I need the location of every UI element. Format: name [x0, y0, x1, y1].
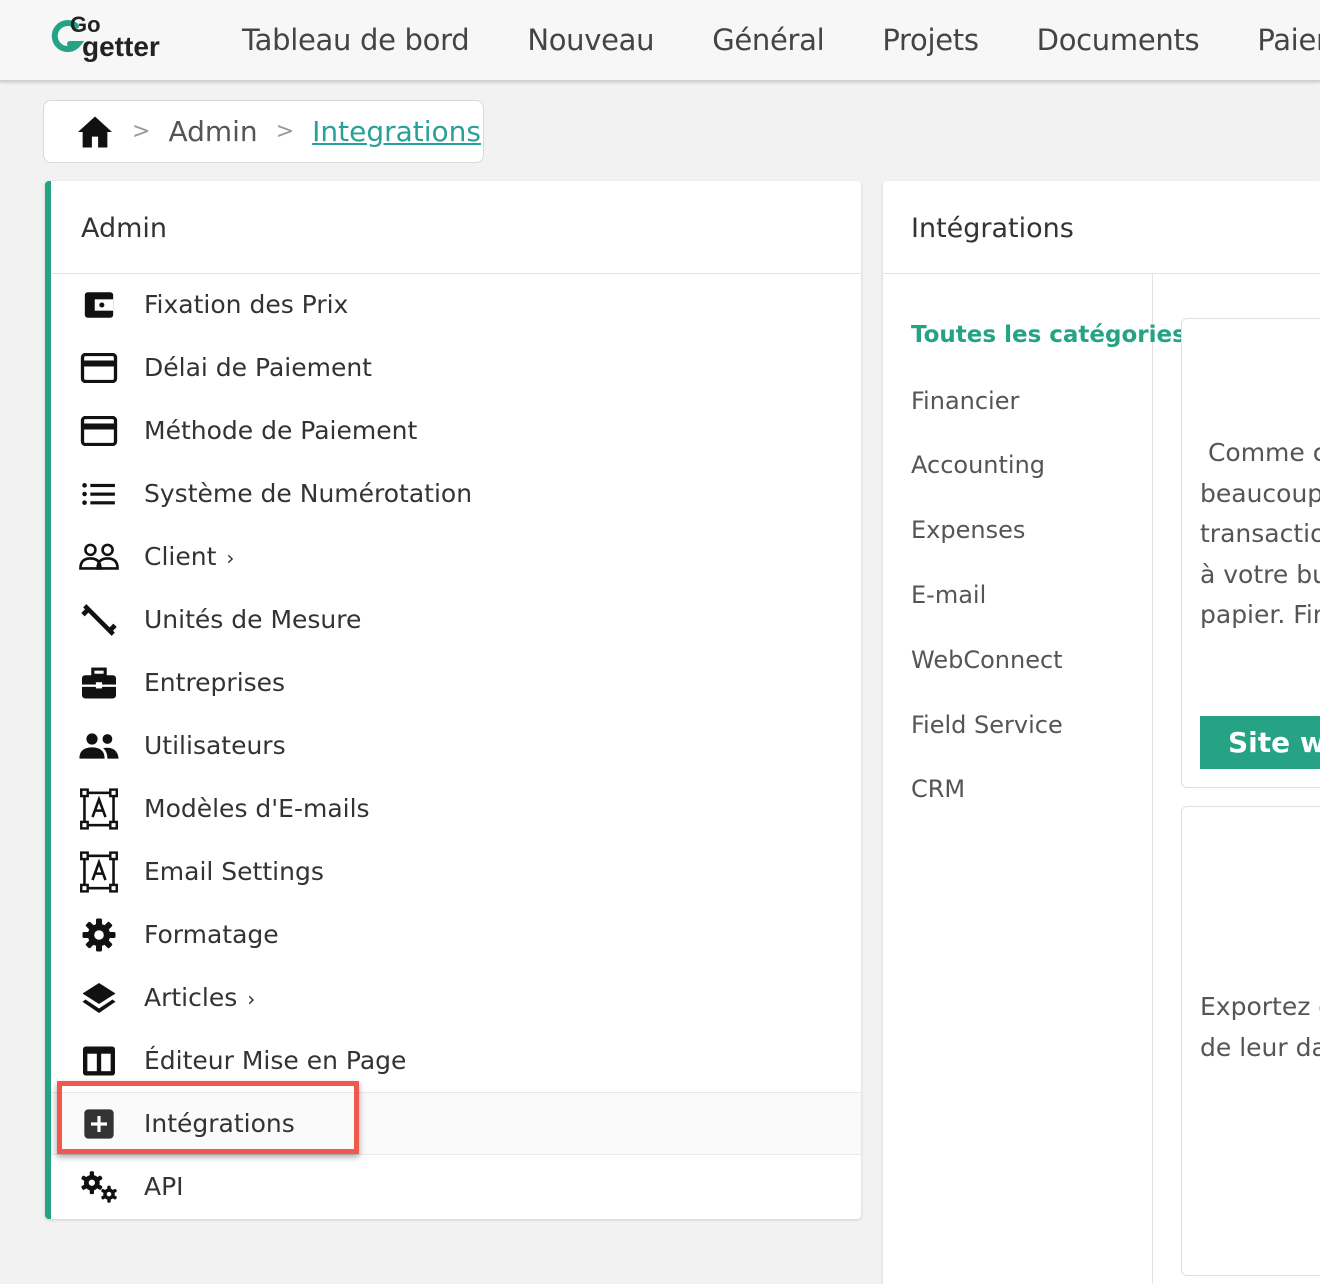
menu-item-label: Email Settings [144, 857, 324, 886]
integration-provider-card: Comme c beaucoup transactio à votre bu p… [1181, 318, 1320, 788]
menu-item-systeme-de-numerotation[interactable]: Système de Numérotation [51, 462, 861, 525]
menu-item-formatage[interactable]: Formatage [51, 903, 861, 966]
nav-projets[interactable]: Projets [882, 23, 979, 57]
category-email[interactable]: E-mail [911, 581, 986, 609]
menu-item-label: API [144, 1172, 184, 1201]
provider-description: Exportez e de leur dat [1200, 992, 1320, 1062]
menu-item-label: Articles › [144, 983, 256, 1012]
chevron-right-icon: › [247, 987, 256, 1011]
category-crm[interactable]: CRM [911, 775, 965, 803]
category-webconnect[interactable]: WebConnect [911, 646, 1063, 674]
admin-menu-card: Admin Fixation des Prix Délai de Paiemen… [45, 181, 861, 1219]
integrations-card: Intégrations Toutes les catégories Finan… [883, 181, 1320, 1284]
users-outline-icon [79, 537, 119, 577]
divider [1152, 274, 1153, 1284]
layers-icon [79, 978, 119, 1018]
chevron-right-icon: > [132, 119, 151, 144]
briefcase-icon [79, 663, 119, 703]
gear-icon [79, 915, 119, 955]
wallet-icon [79, 285, 119, 325]
gears-icon [79, 1167, 119, 1207]
integrations-title: Intégrations [911, 213, 1074, 244]
category-expenses[interactable]: Expenses [911, 516, 1025, 544]
text-template-icon [79, 850, 119, 893]
svg-text:getter: getter [82, 31, 160, 62]
breadcrumb: > Admin > Integrations [43, 100, 484, 163]
menu-item-modeles-emails[interactable]: Modèles d'E-mails [51, 777, 861, 840]
main-nav: Tableau de bord Nouveau Général Projets … [242, 0, 1320, 80]
menu-item-api[interactable]: API [51, 1155, 861, 1218]
menu-item-label: Entreprises [144, 668, 286, 697]
nav-nouveau[interactable]: Nouveau [527, 23, 654, 57]
provider-description: Comme c beaucoup transactio à votre bu p… [1200, 438, 1320, 629]
people-icon [79, 726, 119, 766]
menu-item-entreprises[interactable]: Entreprises [51, 651, 861, 714]
breadcrumb-integrations[interactable]: Integrations [312, 115, 481, 148]
menu-item-label: Formatage [144, 920, 279, 949]
nav-tableau-de-bord[interactable]: Tableau de bord [242, 23, 470, 57]
nav-documents[interactable]: Documents [1037, 23, 1200, 57]
menu-item-label: Éditeur Mise en Page [144, 1046, 407, 1075]
gogetter-logo[interactable]: Go getter [48, 10, 188, 70]
menu-item-label: Utilisateurs [144, 731, 286, 760]
chevron-right-icon: > [275, 119, 295, 144]
menu-item-label: Délai de Paiement [144, 353, 372, 382]
plus-box-icon [79, 1104, 119, 1144]
admin-title: Admin [81, 213, 168, 244]
top-navigation-bar: Go getter Tableau de bord Nouveau Généra… [0, 0, 1320, 82]
ruler-icon [79, 600, 119, 640]
menu-item-email-settings[interactable]: Email Settings [51, 840, 861, 903]
menu-item-methode-de-paiement[interactable]: Méthode de Paiement [51, 399, 861, 462]
menu-item-integrations[interactable]: Intégrations [51, 1092, 861, 1155]
chevron-right-icon: › [226, 546, 235, 570]
website-button[interactable]: Site we [1200, 716, 1320, 769]
menu-item-unites-de-mesure[interactable]: Unités de Mesure [51, 588, 861, 651]
credit-card-icon [79, 411, 119, 451]
category-field-service[interactable]: Field Service [911, 711, 1063, 739]
menu-item-fixation-des-prix[interactable]: Fixation des Prix [51, 273, 861, 336]
layout-icon [79, 1041, 119, 1081]
category-financier[interactable]: Financier [911, 387, 1019, 415]
menu-item-label: Unités de Mesure [144, 605, 362, 634]
category-all[interactable]: Toutes les catégories [911, 322, 1186, 348]
menu-item-label: Client › [144, 542, 235, 571]
home-icon[interactable] [76, 115, 114, 149]
menu-item-articles[interactable]: Articles › [51, 966, 861, 1029]
integration-provider-card: Exportez e de leur dat [1181, 806, 1320, 1276]
list-icon [79, 474, 119, 514]
menu-item-client[interactable]: Client › [51, 525, 861, 588]
text-template-icon [79, 787, 119, 830]
menu-item-label: Intégrations [144, 1109, 295, 1138]
menu-item-delai-de-paiement[interactable]: Délai de Paiement [51, 336, 861, 399]
breadcrumb-admin[interactable]: Admin [168, 115, 257, 148]
menu-item-editeur-mise-en-page[interactable]: Éditeur Mise en Page [51, 1029, 861, 1092]
menu-item-label: Fixation des Prix [144, 290, 349, 319]
credit-card-icon [79, 348, 119, 388]
divider [883, 273, 1320, 274]
category-accounting[interactable]: Accounting [911, 451, 1045, 479]
menu-item-label: Méthode de Paiement [144, 416, 418, 445]
nav-general[interactable]: Général [712, 23, 824, 57]
menu-item-utilisateurs[interactable]: Utilisateurs [51, 714, 861, 777]
menu-item-label: Système de Numérotation [144, 479, 473, 508]
menu-item-label: Modèles d'E-mails [144, 794, 370, 823]
nav-paiements[interactable]: Paieme [1257, 23, 1320, 57]
